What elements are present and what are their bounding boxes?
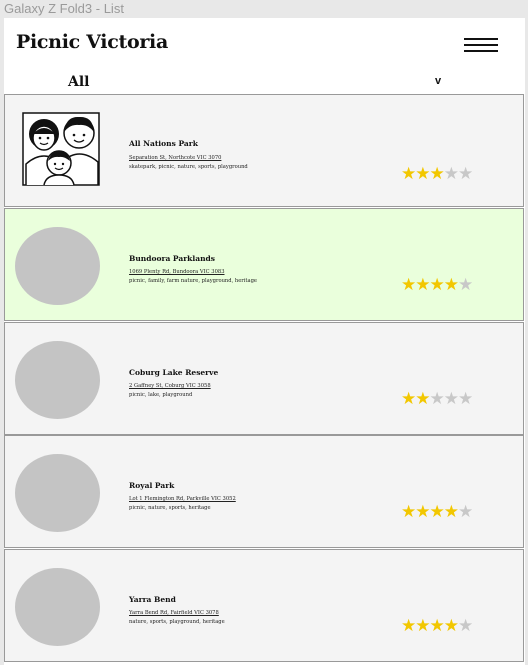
star-icon: ★ xyxy=(458,389,473,409)
star-icon: ★ xyxy=(415,502,430,522)
filter-bar[interactable]: All v xyxy=(4,74,525,94)
park-image-placeholder xyxy=(15,568,100,646)
family-icon xyxy=(22,112,100,186)
park-address[interactable]: 2 Gaffney St, Coburg VIC 3058 xyxy=(129,383,211,389)
star-icon: ★ xyxy=(443,616,459,636)
frame-label: Galaxy Z Fold3 - List xyxy=(4,1,124,16)
hamburger-menu-icon[interactable] xyxy=(460,34,500,56)
star-icon: ★ xyxy=(401,616,416,636)
star-icon: ★ xyxy=(443,275,459,295)
park-card[interactable]: Yarra Bend Yarra Bend Rd, Fairfield VIC 3… xyxy=(4,549,524,662)
park-name[interactable]: Bundoora Parklands xyxy=(129,254,215,263)
star-icon: ★ xyxy=(458,502,473,522)
star-icon: ★ xyxy=(415,164,430,184)
park-tags: nature, sports, playground, heritage xyxy=(129,619,225,625)
star-icon: ★ xyxy=(415,275,430,295)
park-tags: picnic, nature, sports, heritage xyxy=(129,505,211,511)
park-tags: picnic, lake, playground xyxy=(129,392,193,398)
star-icon: ★ xyxy=(458,616,473,636)
star-rating: ★★★★★ xyxy=(401,616,473,636)
park-name[interactable]: Yarra Bend xyxy=(129,595,176,604)
star-icon: ★ xyxy=(458,275,473,295)
star-rating: ★★★★★ xyxy=(401,275,473,295)
park-image-placeholder xyxy=(15,454,100,532)
star-icon: ★ xyxy=(429,502,445,522)
park-tags: skatepark, picnic, nature, sports, playg… xyxy=(129,164,248,170)
park-tags: picnic, family, farm nature, playground,… xyxy=(129,278,257,284)
park-name[interactable]: All Nations Park xyxy=(129,139,198,148)
star-rating: ★★★★★ xyxy=(401,389,473,409)
park-address[interactable]: Separation St, Northcote VIC 3070 xyxy=(129,155,221,161)
park-name[interactable]: Coburg Lake Reserve xyxy=(129,368,218,377)
park-card[interactable]: Coburg Lake Reserve 2 Gaffney St, Coburg … xyxy=(4,322,524,435)
filter-label: All xyxy=(68,74,90,90)
park-card[interactable]: Royal Park Lot 1 Flemington Rd, Parkville… xyxy=(4,435,524,548)
app-header: Picnic Victoria xyxy=(4,18,525,76)
star-icon: ★ xyxy=(443,502,459,522)
star-icon: ★ xyxy=(458,164,473,184)
star-icon: ★ xyxy=(401,275,416,295)
star-rating: ★★★★★ xyxy=(401,164,473,184)
star-icon: ★ xyxy=(415,389,430,409)
star-icon: ★ xyxy=(429,616,445,636)
star-rating: ★★★★★ xyxy=(401,502,473,522)
star-icon: ★ xyxy=(429,389,445,409)
star-icon: ★ xyxy=(429,164,445,184)
app-screen: Picnic Victoria All v All Nations Park Se… xyxy=(4,18,525,665)
star-icon: ★ xyxy=(429,275,445,295)
park-image-placeholder xyxy=(15,227,100,305)
park-card[interactable]: Bundoora Parklands 1069 Plenty Rd, Bundoo… xyxy=(4,208,524,321)
star-icon: ★ xyxy=(401,164,416,184)
star-icon: ★ xyxy=(443,164,459,184)
park-address[interactable]: 1069 Plenty Rd, Bundoora VIC 3083 xyxy=(129,269,225,275)
park-address[interactable]: Yarra Bend Rd, Fairfield VIC 3078 xyxy=(129,610,219,616)
star-icon: ★ xyxy=(415,616,430,636)
park-image-placeholder xyxy=(15,341,100,419)
chevron-down-icon[interactable]: v xyxy=(435,75,441,87)
park-card[interactable]: All Nations Park Separation St, Northcote… xyxy=(4,94,524,207)
star-icon: ★ xyxy=(401,389,416,409)
app-title: Picnic Victoria xyxy=(16,31,168,53)
park-name[interactable]: Royal Park xyxy=(129,481,174,490)
star-icon: ★ xyxy=(443,389,459,409)
park-address[interactable]: Lot 1 Flemington Rd, Parkville VIC 3052 xyxy=(129,496,236,502)
star-icon: ★ xyxy=(401,502,416,522)
